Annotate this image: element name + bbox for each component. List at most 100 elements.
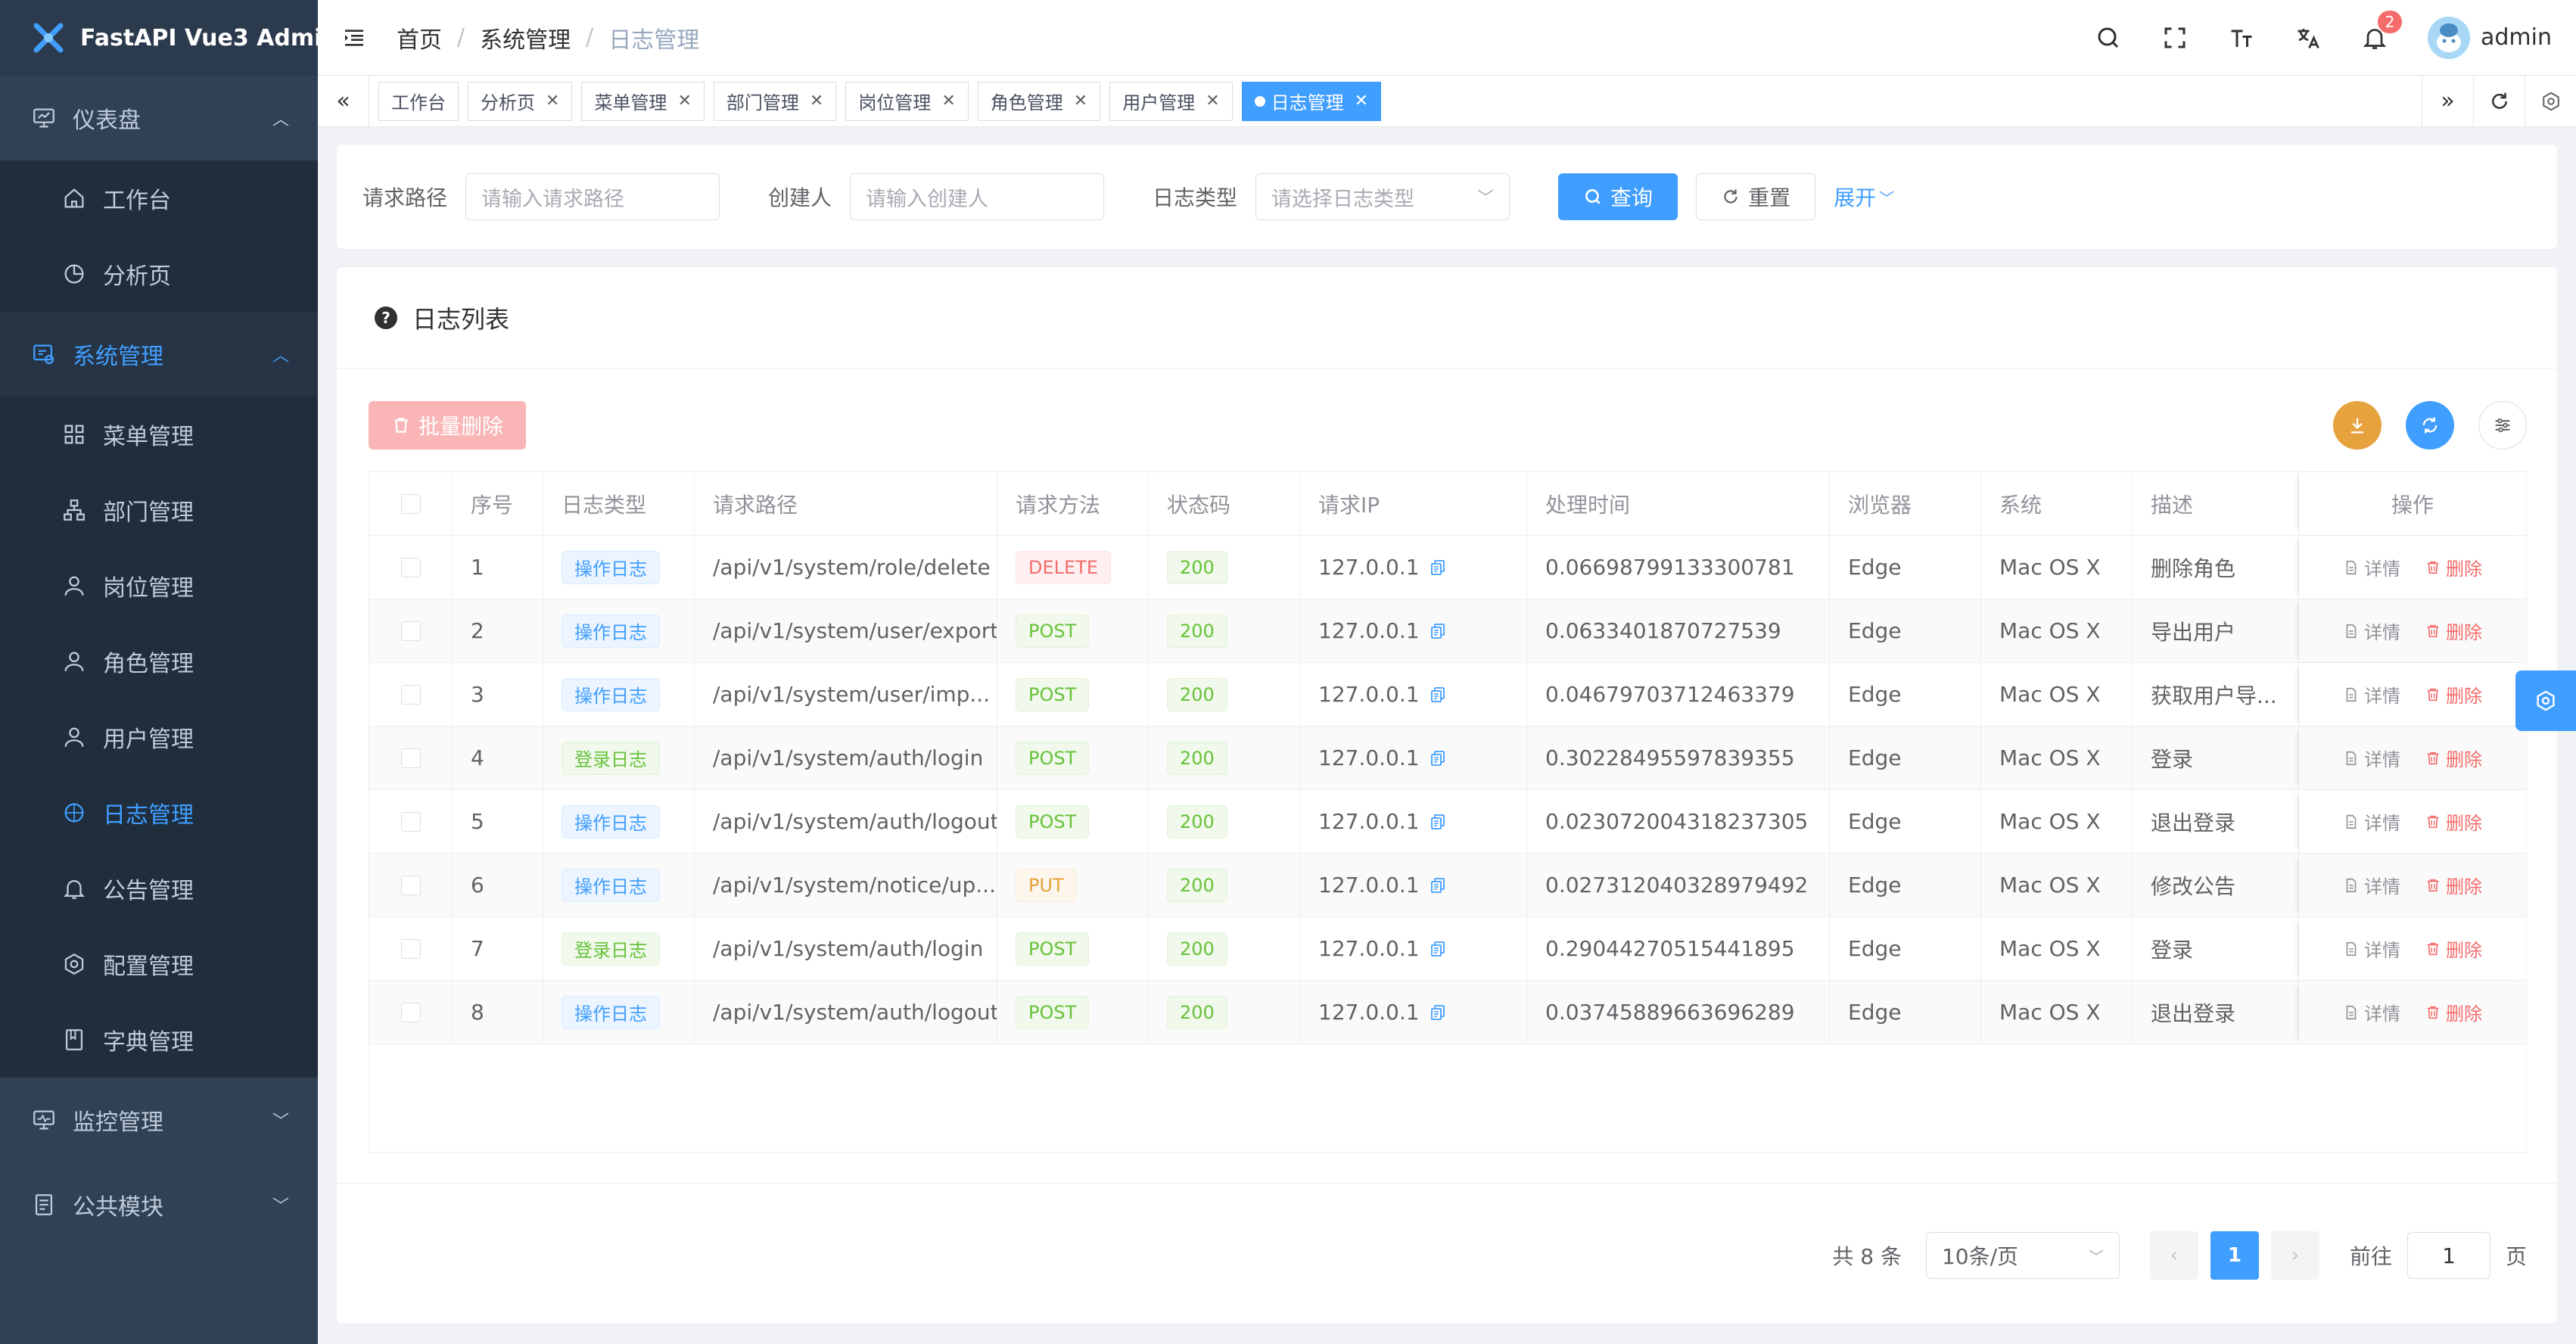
page-size-select[interactable]: 10条/页 ﹀ <box>1925 1232 2120 1279</box>
copy-icon[interactable] <box>1429 622 1447 640</box>
refresh-button[interactable] <box>2406 401 2454 450</box>
query-button[interactable]: 查询 <box>1558 173 1678 220</box>
table-row[interactable]: 4 登录日志/api/v1/system/auth/login POST 200 127… <box>369 726 2526 790</box>
row-checkbox[interactable] <box>400 875 421 895</box>
font-size-icon[interactable] <box>2208 0 2275 76</box>
expand-link[interactable]: 展开 ﹀ <box>1834 182 1894 212</box>
row-checkbox[interactable] <box>400 621 421 641</box>
copy-icon[interactable] <box>1429 686 1447 704</box>
delete-link[interactable]: 删除 <box>2425 745 2482 771</box>
sidebar-item-role[interactable]: 角色管理 <box>0 624 318 699</box>
delete-link[interactable]: 删除 <box>2425 618 2482 644</box>
close-icon[interactable]: ✕ <box>941 92 955 110</box>
tag-post[interactable]: 岗位管理 ✕ <box>845 81 969 121</box>
menu-group-monitor[interactable]: 监控管理 ﹀ <box>0 1078 318 1162</box>
sidebar-item-analysis[interactable]: 分析页 <box>0 236 318 312</box>
detail-link[interactable]: 详情 <box>2343 999 2400 1025</box>
help-icon[interactable]: ? <box>375 306 397 329</box>
delete-link[interactable]: 删除 <box>2425 999 2482 1025</box>
detail-link[interactable]: 详情 <box>2343 935 2400 962</box>
detail-link[interactable]: 详情 <box>2343 618 2400 644</box>
refresh-icon[interactable] <box>2473 75 2525 127</box>
scroll-left-icon[interactable]: « <box>318 75 369 127</box>
copy-icon[interactable] <box>1429 749 1447 767</box>
goto-input[interactable]: 1 <box>2406 1232 2490 1279</box>
row-checkbox[interactable] <box>400 748 421 768</box>
scroll-right-icon[interactable]: » <box>2422 75 2473 127</box>
collapse-menu-icon[interactable] <box>342 23 372 53</box>
sidebar-item-menu[interactable]: 菜单管理 <box>0 397 318 472</box>
table-row[interactable]: 2 操作日志/api/v1/system/user/export POST 200 12… <box>369 599 2526 663</box>
detail-link[interactable]: 详情 <box>2343 808 2400 835</box>
close-icon[interactable]: ✕ <box>677 92 691 110</box>
detail-link[interactable]: 详情 <box>2343 872 2400 898</box>
sidebar-item-notice[interactable]: 公告管理 <box>0 851 318 926</box>
detail-link[interactable]: 详情 <box>2343 554 2400 580</box>
copy-icon[interactable] <box>1429 558 1447 577</box>
tag-log[interactable]: 日志管理 ✕ <box>1241 81 1382 121</box>
copy-icon[interactable] <box>1429 813 1447 831</box>
table-row[interactable]: 8 操作日志/api/v1/system/auth/logout POST 200 12… <box>369 981 2526 1044</box>
floating-settings-button[interactable] <box>2515 670 2576 731</box>
tag-analysis[interactable]: 分析页 ✕ <box>468 81 573 121</box>
notification-bell[interactable]: 2 <box>2341 0 2408 76</box>
detail-link[interactable]: 详情 <box>2343 681 2400 708</box>
close-icon[interactable]: ✕ <box>546 92 559 110</box>
creator-input[interactable]: 请输入创建人 <box>850 173 1105 220</box>
page-number-button[interactable]: 1 <box>2210 1231 2259 1280</box>
column-header[interactable]: 状态码 <box>1149 472 1300 535</box>
close-icon[interactable]: ✕ <box>810 92 823 110</box>
close-icon[interactable]: ✕ <box>1074 92 1087 110</box>
gear-icon[interactable] <box>2525 75 2576 127</box>
delete-link[interactable]: 删除 <box>2425 872 2482 898</box>
column-header[interactable]: 请求路径 <box>695 472 997 535</box>
close-icon[interactable]: ✕ <box>1206 92 1219 110</box>
prev-page-button[interactable]: ‹ <box>2149 1231 2198 1280</box>
table-row[interactable]: 7 登录日志/api/v1/system/auth/login POST 200 127… <box>369 917 2526 981</box>
close-icon[interactable]: ✕ <box>1355 92 1368 110</box>
copy-icon[interactable] <box>1429 1003 1447 1022</box>
row-checkbox[interactable] <box>400 684 421 705</box>
breadcrumb-system[interactable]: 系统管理 <box>480 21 571 54</box>
avatar[interactable] <box>2428 16 2470 59</box>
delete-link[interactable]: 删除 <box>2425 808 2482 835</box>
row-checkbox[interactable] <box>400 557 421 577</box>
type-select[interactable]: 请选择日志类型 ﹀ <box>1255 173 1510 220</box>
column-header[interactable]: 序号 <box>453 472 543 535</box>
menu-group-system[interactable]: 系统管理 ︿ <box>0 312 318 397</box>
translate-icon[interactable] <box>2275 0 2341 76</box>
table-row[interactable]: 3 操作日志/api/v1/system/user/imp... POST 200 12… <box>369 663 2526 726</box>
menu-group-dashboard[interactable]: 仪表盘 ︿ <box>0 76 318 160</box>
sidebar-item-user[interactable]: 用户管理 <box>0 699 318 775</box>
column-header[interactable]: 系统 <box>1981 472 2133 535</box>
column-header[interactable]: 请求方法 <box>997 472 1149 535</box>
next-page-button[interactable]: › <box>2270 1231 2319 1280</box>
search-icon[interactable] <box>2075 0 2142 76</box>
copy-icon[interactable] <box>1429 876 1447 894</box>
column-settings-button[interactable] <box>2478 401 2527 450</box>
copy-icon[interactable] <box>1429 940 1447 958</box>
delete-link[interactable]: 删除 <box>2425 681 2482 708</box>
username[interactable]: admin <box>2481 24 2552 51</box>
column-header[interactable]: 描述 <box>2133 472 2299 535</box>
tag-workbench[interactable]: 工作台 <box>378 81 459 121</box>
detail-link[interactable]: 详情 <box>2343 745 2400 771</box>
column-header[interactable]: 请求IP <box>1300 472 1527 535</box>
column-header[interactable]: 日志类型 <box>543 472 695 535</box>
table-row[interactable]: 1 操作日志/api/v1/system/role/delete DELETE 200… <box>369 536 2526 599</box>
reset-button[interactable]: 重置 <box>1696 173 1816 220</box>
delete-link[interactable]: 删除 <box>2425 554 2482 580</box>
export-button[interactable] <box>2333 401 2382 450</box>
column-header[interactable]: 浏览器 <box>1830 472 1981 535</box>
tag-user[interactable]: 用户管理 ✕ <box>1109 81 1233 121</box>
column-header[interactable]: 处理时间 <box>1527 472 1830 535</box>
tag-menu[interactable]: 菜单管理 ✕ <box>581 81 705 121</box>
tag-dept[interactable]: 部门管理 ✕ <box>713 81 837 121</box>
breadcrumb-home[interactable]: 首页 <box>397 21 442 54</box>
table-row[interactable]: 6 操作日志/api/v1/system/notice/up... PUT 200 12… <box>369 854 2526 917</box>
sidebar-item-post[interactable]: 岗位管理 <box>0 548 318 624</box>
sidebar-item-log[interactable]: 日志管理 <box>0 775 318 851</box>
batch-delete-button[interactable]: 批量删除 <box>369 401 527 450</box>
fullscreen-icon[interactable] <box>2142 0 2208 76</box>
row-checkbox[interactable] <box>400 1002 421 1022</box>
